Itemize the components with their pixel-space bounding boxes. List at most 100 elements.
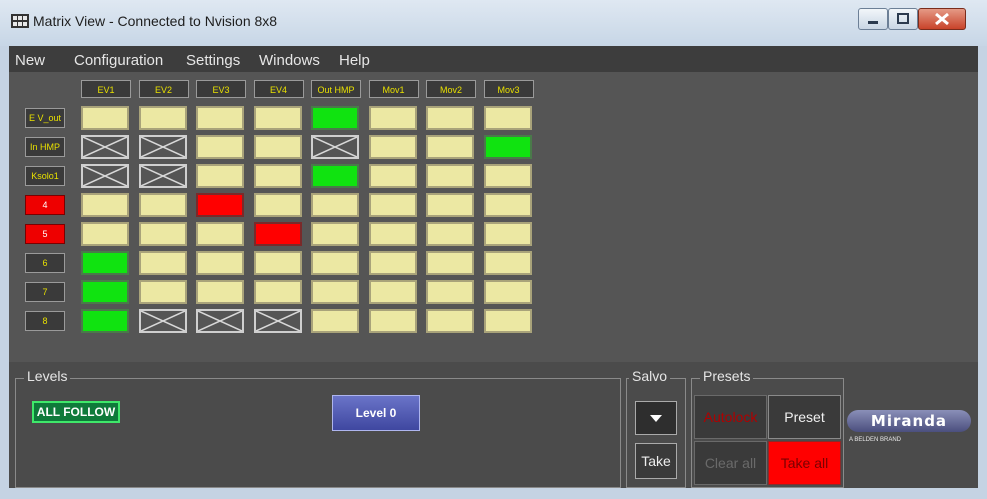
crosspoint-cell[interactable] xyxy=(81,251,129,275)
close-button[interactable] xyxy=(918,8,966,30)
crosspoint-cell[interactable] xyxy=(368,164,417,188)
crosspoint-cell[interactable] xyxy=(483,222,532,246)
crosspoint-cell[interactable] xyxy=(368,106,417,130)
crosspoint-cell[interactable] xyxy=(81,193,129,217)
crosspoint-cell[interactable] xyxy=(253,135,302,159)
autolock-button[interactable]: Autolock xyxy=(694,395,767,439)
column-header[interactable]: EV1 xyxy=(81,80,131,98)
crosspoint-cell[interactable] xyxy=(483,164,532,188)
crosspoint-cell[interactable] xyxy=(368,280,417,304)
crosspoint-cell[interactable] xyxy=(483,280,532,304)
crosspoint-cell[interactable] xyxy=(426,309,474,333)
crosspoint-cell[interactable] xyxy=(426,164,474,188)
menu-windows[interactable]: Windows xyxy=(259,52,320,69)
menu-configuration[interactable]: Configuration xyxy=(74,52,163,69)
crosspoint-cell[interactable] xyxy=(253,193,302,217)
row-header[interactable]: 7 xyxy=(25,282,65,302)
row-header[interactable]: Ksolo1 xyxy=(25,166,65,186)
crosspoint-cell[interactable] xyxy=(368,251,417,275)
crosspoint-cell[interactable] xyxy=(426,193,474,217)
unavailable-cross-icon xyxy=(140,137,185,157)
crosspoint-cell[interactable] xyxy=(426,222,474,246)
crosspoint-cell[interactable] xyxy=(483,309,532,333)
column-header[interactable]: Mov3 xyxy=(483,80,534,98)
crosspoint-cell[interactable] xyxy=(311,164,359,188)
crosspoint-cell[interactable] xyxy=(253,251,302,275)
crosspoint-cell[interactable] xyxy=(253,106,302,130)
row-header[interactable]: In HMP xyxy=(25,137,65,157)
level-0-button[interactable]: Level 0 xyxy=(332,395,420,431)
crosspoint-cell[interactable] xyxy=(138,193,187,217)
salvo-title: Salvo xyxy=(629,368,671,384)
salvo-take-button[interactable]: Take xyxy=(635,443,677,479)
crosspoint-cell[interactable] xyxy=(253,222,302,246)
crosspoint-cell[interactable] xyxy=(483,135,532,159)
crosspoint-cell[interactable] xyxy=(483,251,532,275)
row-header[interactable]: 8 xyxy=(25,311,65,331)
maximize-button[interactable] xyxy=(888,8,918,30)
crosspoint-cell[interactable] xyxy=(196,164,244,188)
crosspoint-cell[interactable] xyxy=(138,106,187,130)
crosspoint-cell[interactable] xyxy=(196,222,244,246)
crosspoint-cell[interactable] xyxy=(426,135,474,159)
row-header[interactable]: 4 xyxy=(25,195,65,215)
crosspoint-cell[interactable] xyxy=(426,106,474,130)
menu-new[interactable]: New xyxy=(15,52,45,69)
crosspoint-cell[interactable] xyxy=(196,193,244,217)
crosspoint-cell[interactable] xyxy=(196,106,244,130)
crosspoint-cell[interactable] xyxy=(81,106,129,130)
salvo-dropdown-button[interactable] xyxy=(635,401,677,435)
row-header[interactable]: E V_out xyxy=(25,108,65,128)
logo-tagline: A BELDEN BRAND xyxy=(849,437,902,443)
crosspoint-cell[interactable] xyxy=(253,164,302,188)
all-follow-button[interactable]: ALL FOLLOW xyxy=(32,401,120,423)
crosspoint-cell[interactable] xyxy=(311,135,359,159)
menu-help[interactable]: Help xyxy=(339,52,370,69)
clear-all-button[interactable]: Clear all xyxy=(694,441,767,485)
column-header[interactable]: Out HMP xyxy=(311,80,361,98)
crosspoint-cell[interactable] xyxy=(311,193,359,217)
crosspoint-cell[interactable] xyxy=(138,251,187,275)
crosspoint-cell[interactable] xyxy=(311,251,359,275)
crosspoint-cell[interactable] xyxy=(311,280,359,304)
crosspoint-cell[interactable] xyxy=(196,280,244,304)
presets-panel: Presets Autolock Preset Clear all Take a… xyxy=(691,368,844,488)
crosspoint-cell[interactable] xyxy=(196,135,244,159)
crosspoint-cell[interactable] xyxy=(138,309,187,333)
crosspoint-cell[interactable] xyxy=(81,222,129,246)
crosspoint-cell[interactable] xyxy=(368,309,417,333)
crosspoint-cell[interactable] xyxy=(253,309,302,333)
column-header[interactable]: EV2 xyxy=(138,80,189,98)
crosspoint-cell[interactable] xyxy=(426,280,474,304)
preset-button[interactable]: Preset xyxy=(768,395,841,439)
column-header[interactable]: EV4 xyxy=(253,80,304,98)
crosspoint-cell[interactable] xyxy=(311,309,359,333)
crosspoint-cell[interactable] xyxy=(311,222,359,246)
crosspoint-cell[interactable] xyxy=(196,309,244,333)
column-header[interactable]: Mov1 xyxy=(368,80,419,98)
crosspoint-cell[interactable] xyxy=(81,135,129,159)
crosspoint-cell[interactable] xyxy=(253,280,302,304)
crosspoint-cell[interactable] xyxy=(138,164,187,188)
crosspoint-cell[interactable] xyxy=(81,309,129,333)
crosspoint-cell[interactable] xyxy=(483,106,532,130)
take-all-button[interactable]: Take all xyxy=(768,441,841,485)
crosspoint-cell[interactable] xyxy=(138,135,187,159)
crosspoint-cell[interactable] xyxy=(138,280,187,304)
minimize-button[interactable] xyxy=(858,8,888,30)
column-header[interactable]: EV3 xyxy=(196,80,246,98)
crosspoint-cell[interactable] xyxy=(483,193,532,217)
crosspoint-cell[interactable] xyxy=(81,164,129,188)
crosspoint-cell[interactable] xyxy=(426,251,474,275)
crosspoint-cell[interactable] xyxy=(368,193,417,217)
row-header[interactable]: 5 xyxy=(25,224,65,244)
crosspoint-cell[interactable] xyxy=(138,222,187,246)
menu-settings[interactable]: Settings xyxy=(186,52,240,69)
crosspoint-cell[interactable] xyxy=(196,251,244,275)
crosspoint-cell[interactable] xyxy=(368,222,417,246)
row-header[interactable]: 6 xyxy=(25,253,65,273)
crosspoint-cell[interactable] xyxy=(311,106,359,130)
crosspoint-cell[interactable] xyxy=(368,135,417,159)
column-header[interactable]: Mov2 xyxy=(426,80,476,98)
crosspoint-cell[interactable] xyxy=(81,280,129,304)
